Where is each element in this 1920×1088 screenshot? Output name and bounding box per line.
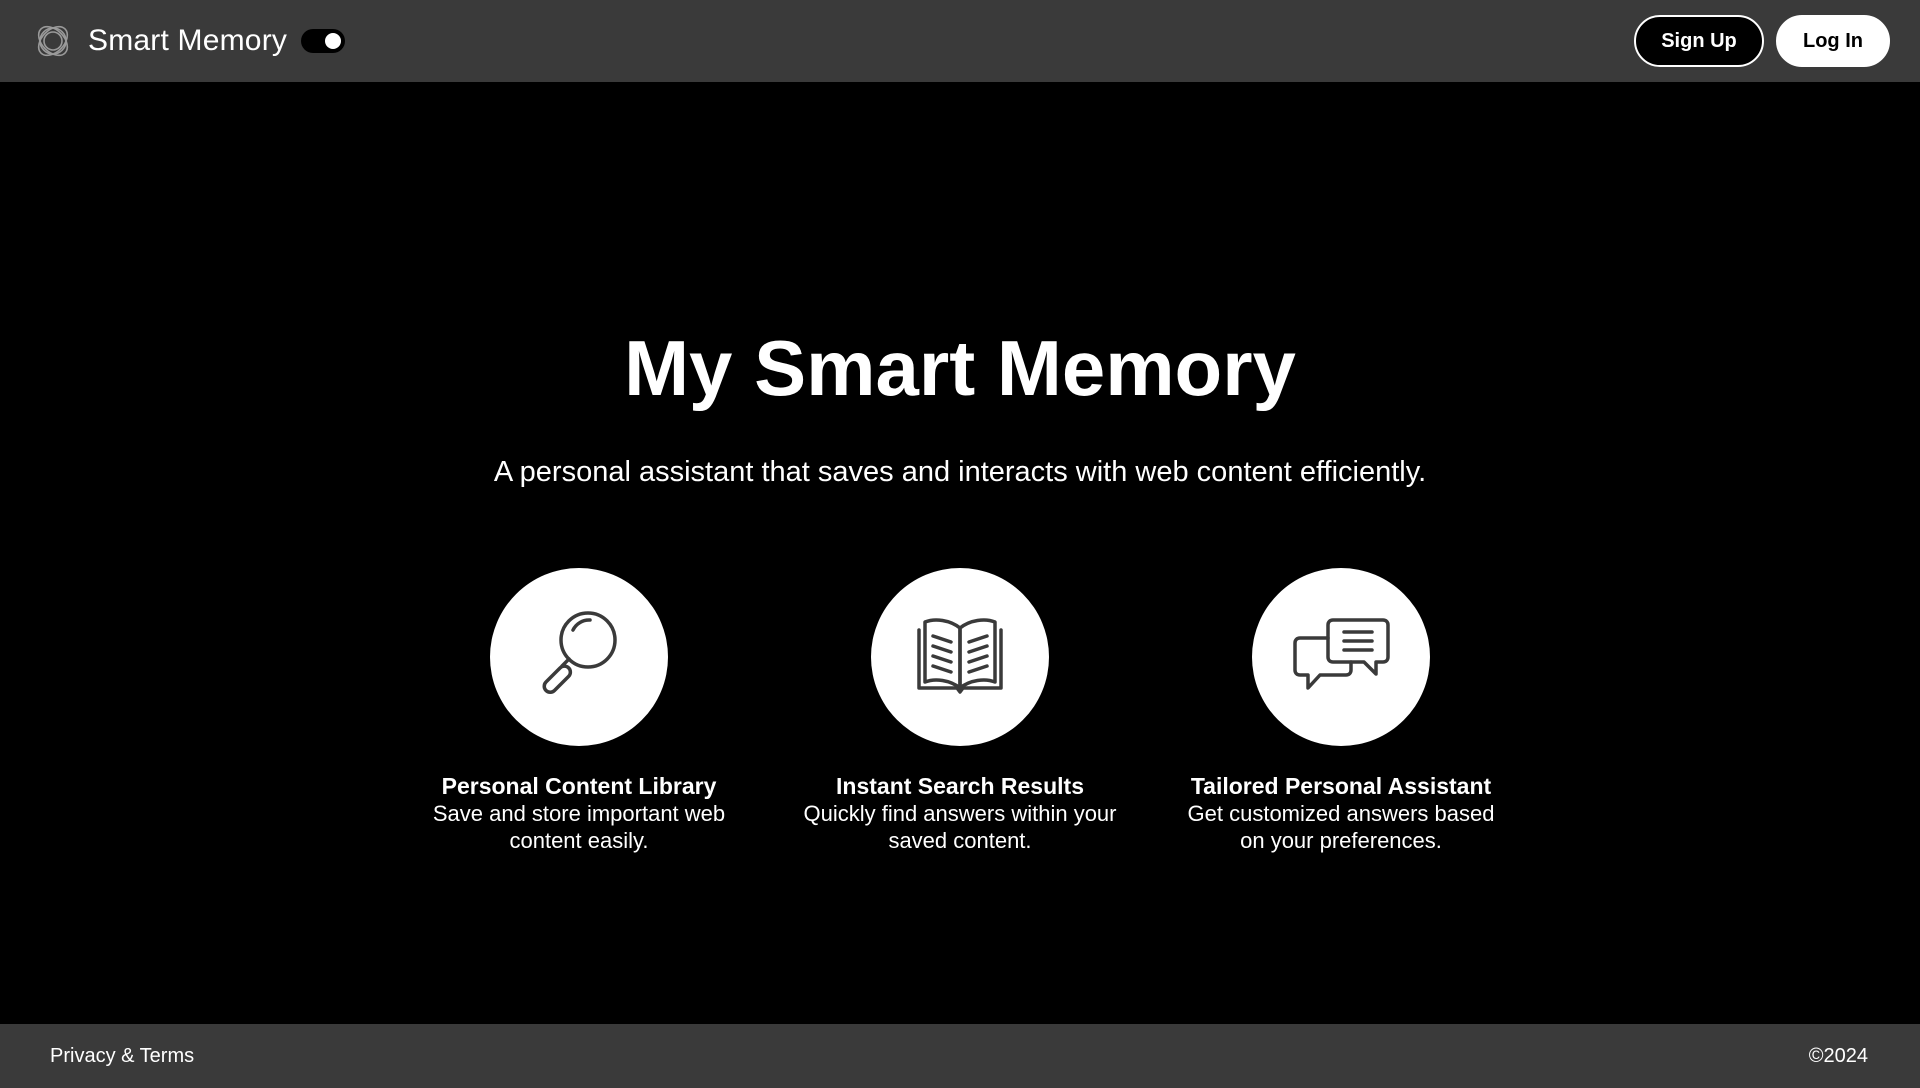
feature-icon-circle xyxy=(1252,568,1430,746)
copyright: ©2024 xyxy=(1808,1044,1868,1067)
feature-title: Personal Content Library xyxy=(441,773,717,799)
feature-icon-circle xyxy=(490,568,668,746)
log-in-button[interactable]: Log In xyxy=(1776,15,1890,67)
app-name: Smart Memory xyxy=(88,24,288,57)
feature-description-line: on your preferences. xyxy=(1240,828,1442,853)
privacy-terms-link[interactable]: Privacy & Terms xyxy=(50,1045,194,1068)
magnifying-glass-icon xyxy=(524,600,634,715)
feature-description: Save and store important web content eas… xyxy=(409,800,749,854)
feature-icon-circle xyxy=(871,568,1049,746)
feature-description: Quickly find answers within your saved c… xyxy=(790,800,1130,854)
chat-bubbles-icon xyxy=(1286,600,1396,715)
feature-description: Get customized answers based on your pre… xyxy=(1171,800,1511,854)
feature-instant-search-results: Instant Search Results Quickly find answ… xyxy=(780,568,1140,854)
toggle-knob xyxy=(325,33,342,49)
open-book-icon xyxy=(905,600,1015,715)
auth-buttons: Sign Up Log In xyxy=(1634,15,1890,67)
hero-subtitle: A personal assistant that saves and inte… xyxy=(493,456,1427,488)
theme-toggle[interactable] xyxy=(301,29,346,53)
feature-description-line: saved content. xyxy=(888,828,1032,853)
features-section: Personal Content Library Save and store … xyxy=(0,568,1920,868)
feature-description-line: Save and store important web xyxy=(432,801,726,826)
feature-description-line: content easily. xyxy=(509,828,649,853)
feature-title: Tailored Personal Assistant xyxy=(1190,773,1492,799)
feature-personal-content-library: Personal Content Library Save and store … xyxy=(399,568,759,854)
feature-description-line: Get customized answers based xyxy=(1187,801,1495,826)
feature-description-line: Quickly find answers within your xyxy=(803,801,1117,826)
hero-title: My Smart Memory xyxy=(624,324,1296,412)
smart-memory-logo-icon[interactable] xyxy=(32,20,74,62)
feature-title: Instant Search Results xyxy=(836,773,1084,799)
brand[interactable]: Smart Memory xyxy=(32,20,287,62)
footer: Privacy & Terms ©2024 xyxy=(0,1024,1920,1088)
top-navigation-bar: Smart Memory Sign Up Log In xyxy=(0,0,1920,82)
feature-tailored-personal-assistant: Tailored Personal Assistant Get customiz… xyxy=(1161,568,1521,854)
sign-up-button[interactable]: Sign Up xyxy=(1634,15,1764,67)
